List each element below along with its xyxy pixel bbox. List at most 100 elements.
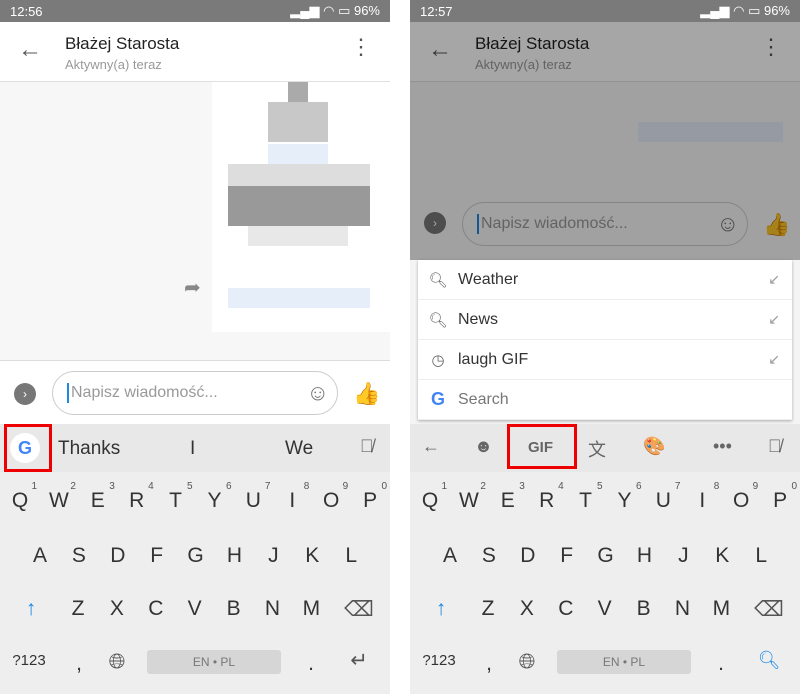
key-c[interactable]: C <box>547 597 585 621</box>
message-input[interactable]: Napisz wiadomość... ☺ <box>52 371 338 415</box>
suggestion[interactable]: We <box>285 438 313 460</box>
forward-icon[interactable]: ➦ <box>184 275 201 300</box>
insert-arrow-icon[interactable]: ↙ <box>768 271 780 288</box>
suggestion[interactable]: I <box>190 438 195 460</box>
search-suggestion[interactable]: 🔍︎ Weather ↙ <box>418 260 792 300</box>
key-d[interactable]: D <box>99 544 137 568</box>
key-s[interactable]: S <box>60 544 98 568</box>
key-k[interactable]: K <box>293 544 331 568</box>
space-bar[interactable]: EN • PL <box>557 650 691 674</box>
more-vert-icon[interactable]: ⋮ <box>350 36 372 58</box>
key-x[interactable]: X <box>98 597 136 621</box>
key-n[interactable]: N <box>664 597 702 621</box>
history-icon: ◷ <box>431 351 445 369</box>
pixel <box>248 226 348 246</box>
translate-icon[interactable]: 文 <box>588 436 606 462</box>
key-g[interactable]: G <box>587 544 625 568</box>
emoji-icon[interactable]: ☺ <box>307 380 329 406</box>
palette-icon[interactable]: 🎨 <box>643 436 665 457</box>
key-y[interactable]: Y6 <box>196 481 234 513</box>
key-w[interactable]: W2 <box>40 481 78 513</box>
key-hint: 7 <box>264 481 271 492</box>
key-c[interactable]: C <box>137 597 175 621</box>
backspace-icon[interactable]: ⌫ <box>750 597 788 622</box>
key-q[interactable]: Q1 <box>1 481 39 513</box>
key-m[interactable]: M <box>702 597 740 621</box>
key-e[interactable]: E3 <box>489 481 527 513</box>
backspace-icon[interactable]: ⌫ <box>340 597 378 622</box>
insert-arrow-icon[interactable]: ↙ <box>768 351 780 368</box>
enter-icon[interactable]: ↵ <box>340 648 378 673</box>
key-z[interactable]: Z <box>59 597 97 621</box>
key-j[interactable]: J <box>664 544 702 568</box>
key-g[interactable]: G <box>177 544 215 568</box>
status-bar: 12:56 ▂▄▆ ◠ ▭ 96% <box>0 0 390 22</box>
thumbs-up-icon[interactable]: 👍 <box>353 381 380 407</box>
sticker-icon[interactable]: ☻ <box>474 436 493 457</box>
key-s[interactable]: S <box>470 544 508 568</box>
expand-icon[interactable]: › <box>14 383 36 405</box>
key-v[interactable]: V <box>176 597 214 621</box>
shift-icon[interactable]: ↑ <box>422 597 460 621</box>
search-icon[interactable]: 🔍︎ <box>750 650 788 671</box>
key-hint: 4 <box>558 481 564 492</box>
key-d[interactable]: D <box>509 544 547 568</box>
search-suggestion[interactable]: ◷ laugh GIF ↙ <box>418 340 792 380</box>
key-q[interactable]: Q1 <box>411 481 449 513</box>
more-horiz-icon[interactable]: ••• <box>713 436 732 457</box>
period-key[interactable]: . <box>292 652 330 676</box>
insert-arrow-icon[interactable]: ↙ <box>768 311 780 328</box>
key-v[interactable]: V <box>586 597 624 621</box>
key-p[interactable]: P0 <box>351 481 389 513</box>
mic-off-icon[interactable]: 🎙̸ <box>768 436 782 457</box>
key-hint: 2 <box>480 481 486 492</box>
key-y[interactable]: Y6 <box>606 481 644 513</box>
key-b[interactable]: B <box>215 597 253 621</box>
back-icon[interactable]: ← <box>422 436 440 457</box>
key-f[interactable]: F <box>138 544 176 568</box>
key-h[interactable]: H <box>626 544 664 568</box>
suggestion[interactable]: Thanks <box>58 438 120 460</box>
suggestion-label: News <box>458 310 499 328</box>
search-suggestion[interactable]: G Search <box>418 380 792 420</box>
google-icon: G <box>430 389 445 409</box>
period-key[interactable]: . <box>702 652 740 676</box>
key-h[interactable]: H <box>216 544 254 568</box>
key-o[interactable]: O9 <box>722 481 760 513</box>
key-u[interactable]: U7 <box>234 481 272 513</box>
symbols-key[interactable]: ?123 <box>414 652 464 669</box>
search-suggestion[interactable]: 🔍︎ News ↙ <box>418 300 792 340</box>
key-j[interactable]: J <box>254 544 292 568</box>
key-b[interactable]: B <box>625 597 663 621</box>
symbols-key[interactable]: ?123 <box>4 652 54 669</box>
key-i[interactable]: I8 <box>683 481 721 513</box>
key-l[interactable]: L <box>742 544 780 568</box>
key-o[interactable]: O9 <box>312 481 350 513</box>
key-r[interactable]: R4 <box>118 481 156 513</box>
globe-icon[interactable]: 🌐︎ <box>508 650 546 674</box>
key-n[interactable]: N <box>254 597 292 621</box>
key-a[interactable]: A <box>431 544 469 568</box>
key-f[interactable]: F <box>548 544 586 568</box>
comma-key[interactable]: , <box>470 652 508 676</box>
key-t[interactable]: T5 <box>157 481 195 513</box>
key-k[interactable]: K <box>703 544 741 568</box>
key-m[interactable]: M <box>292 597 330 621</box>
key-t[interactable]: T5 <box>567 481 605 513</box>
key-p[interactable]: P0 <box>761 481 799 513</box>
key-u[interactable]: U7 <box>644 481 682 513</box>
key-x[interactable]: X <box>508 597 546 621</box>
key-e[interactable]: E3 <box>79 481 117 513</box>
key-z[interactable]: Z <box>469 597 507 621</box>
key-a[interactable]: A <box>21 544 59 568</box>
key-i[interactable]: I8 <box>273 481 311 513</box>
space-bar[interactable]: EN • PL <box>147 650 281 674</box>
key-r[interactable]: R4 <box>528 481 566 513</box>
key-l[interactable]: L <box>332 544 370 568</box>
mic-off-icon[interactable]: 🎙̸ <box>360 436 374 457</box>
back-arrow-icon[interactable]: ← <box>18 36 42 64</box>
shift-icon[interactable]: ↑ <box>12 597 50 621</box>
key-w[interactable]: W2 <box>450 481 488 513</box>
globe-icon[interactable]: 🌐︎ <box>98 650 136 674</box>
comma-key[interactable]: , <box>60 652 98 676</box>
